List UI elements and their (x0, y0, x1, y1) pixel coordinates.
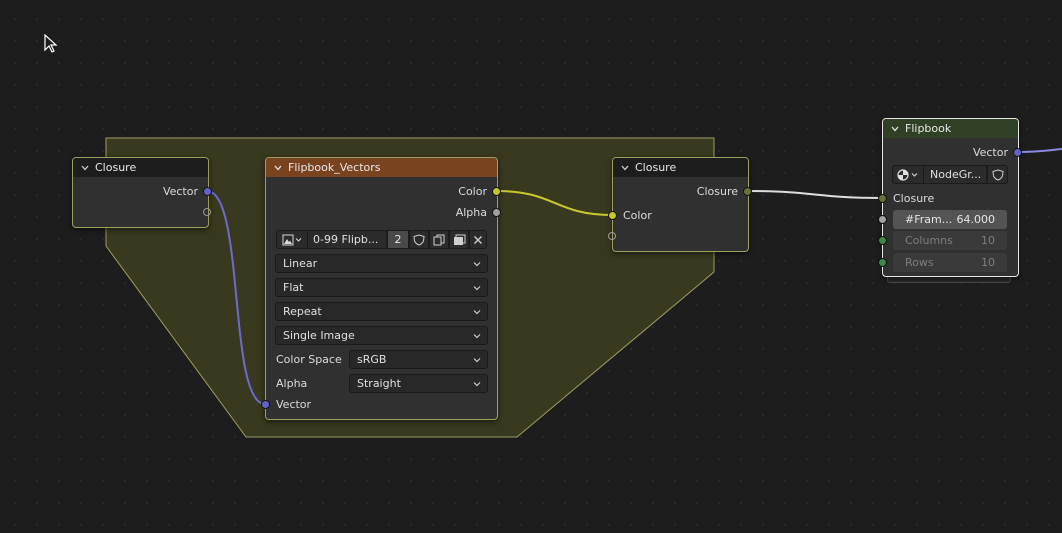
node-header[interactable]: Closure (73, 158, 208, 177)
rows-input-socket[interactable] (878, 258, 887, 267)
file-folder-icon (453, 234, 465, 245)
flipbook-group-node[interactable]: Flipbook Vector NodeGr... Closure #Fram.… (882, 118, 1019, 277)
alpha-output-socket[interactable] (492, 208, 501, 217)
frame-input-socket[interactable] (878, 215, 887, 224)
duplicate-image-button[interactable] (429, 230, 449, 249)
color-input-socket[interactable] (608, 211, 617, 220)
color-space-label: Color Space (276, 353, 342, 366)
output-label-color: Color (458, 185, 487, 198)
link-closure (747, 190, 883, 199)
image-texture-node[interactable]: Flipbook_Vectors Color Alpha 0-99 Flipb.… (265, 157, 498, 420)
input-label-closure: Closure (893, 192, 935, 205)
collapse-chevron-icon[interactable] (81, 164, 89, 172)
color-space-dropdown[interactable]: sRGB (349, 350, 488, 369)
output-label-vector: Vector (972, 146, 1008, 159)
flipbook-vector-output-socket[interactable] (1013, 148, 1022, 157)
chevron-down-icon (473, 334, 481, 339)
columns-field[interactable]: Columns 10 (893, 231, 1007, 250)
link-color (496, 190, 613, 216)
node-header[interactable]: Flipbook_Vectors (266, 158, 497, 177)
node-group-name-field[interactable]: NodeGr... (923, 165, 987, 184)
close-icon (474, 235, 482, 244)
output-label-vector: Vector (162, 185, 198, 198)
source-dropdown[interactable]: Single Image (275, 326, 488, 345)
closure-output-socket[interactable] (743, 187, 752, 196)
output-label-alpha: Alpha (455, 206, 487, 219)
link-vector (206, 190, 266, 405)
image-name: 0-99 Flipb... (313, 233, 379, 246)
shield-icon (991, 168, 1004, 181)
node-group-fake-user-button[interactable] (987, 165, 1008, 184)
alpha-mode-label: Alpha (276, 377, 308, 390)
image-users-count[interactable]: 2 (387, 230, 409, 249)
open-image-button[interactable] (449, 230, 469, 249)
closure-input-node[interactable]: Closure Vector (72, 157, 209, 228)
input-label-color: Color (623, 209, 652, 222)
chevron-down-icon (473, 262, 481, 267)
copy-icon (433, 234, 445, 245)
rows-field[interactable]: Rows 10 (893, 253, 1007, 272)
extension-dropdown[interactable]: Repeat (275, 302, 488, 321)
vector-input-socket[interactable] (261, 400, 270, 409)
shield-icon (413, 233, 425, 246)
output-label-closure: Closure (696, 185, 738, 198)
link-vector-out (1017, 148, 1062, 153)
node-header[interactable]: Closure (613, 158, 748, 177)
closure-output-node[interactable]: Closure Closure Color (612, 157, 749, 252)
node-header[interactable]: Flipbook (883, 119, 1018, 138)
chevron-down-icon (473, 310, 481, 315)
columns-input-socket[interactable] (878, 236, 887, 245)
color-output-socket[interactable] (492, 187, 501, 196)
chevron-down-icon (473, 358, 481, 363)
node-title: Closure (635, 161, 677, 174)
input-label-vector: Vector (276, 398, 312, 411)
collapse-chevron-icon[interactable] (274, 164, 282, 172)
node-title: Flipbook (905, 122, 952, 135)
node-tree-icon (897, 168, 918, 181)
chevron-down-icon (473, 382, 481, 387)
unlink-image-button[interactable] (469, 230, 487, 249)
node-title: Closure (95, 161, 137, 174)
node-title: Flipbook_Vectors (288, 161, 381, 174)
flipbook-closure-input-socket[interactable] (878, 194, 887, 203)
closure-vector-socket[interactable] (203, 187, 212, 196)
closure-empty-input-socket[interactable] (608, 232, 616, 240)
collapse-chevron-icon[interactable] (621, 164, 629, 172)
collapse-chevron-icon[interactable] (891, 125, 899, 133)
image-browse-button[interactable] (276, 230, 308, 249)
node-group-browse-button[interactable] (892, 165, 924, 184)
projection-dropdown[interactable]: Flat (275, 278, 488, 297)
image-icon (282, 234, 302, 245)
frame-number-field[interactable]: #Fram... 64.000 (893, 210, 1007, 229)
alpha-mode-dropdown[interactable]: Straight (349, 374, 488, 393)
closure-empty-socket[interactable] (203, 208, 211, 216)
image-name-field[interactable]: 0-99 Flipb... (307, 230, 387, 249)
chevron-down-icon (473, 286, 481, 291)
fake-user-button[interactable] (409, 230, 429, 249)
interpolation-dropdown[interactable]: Linear (275, 254, 488, 273)
